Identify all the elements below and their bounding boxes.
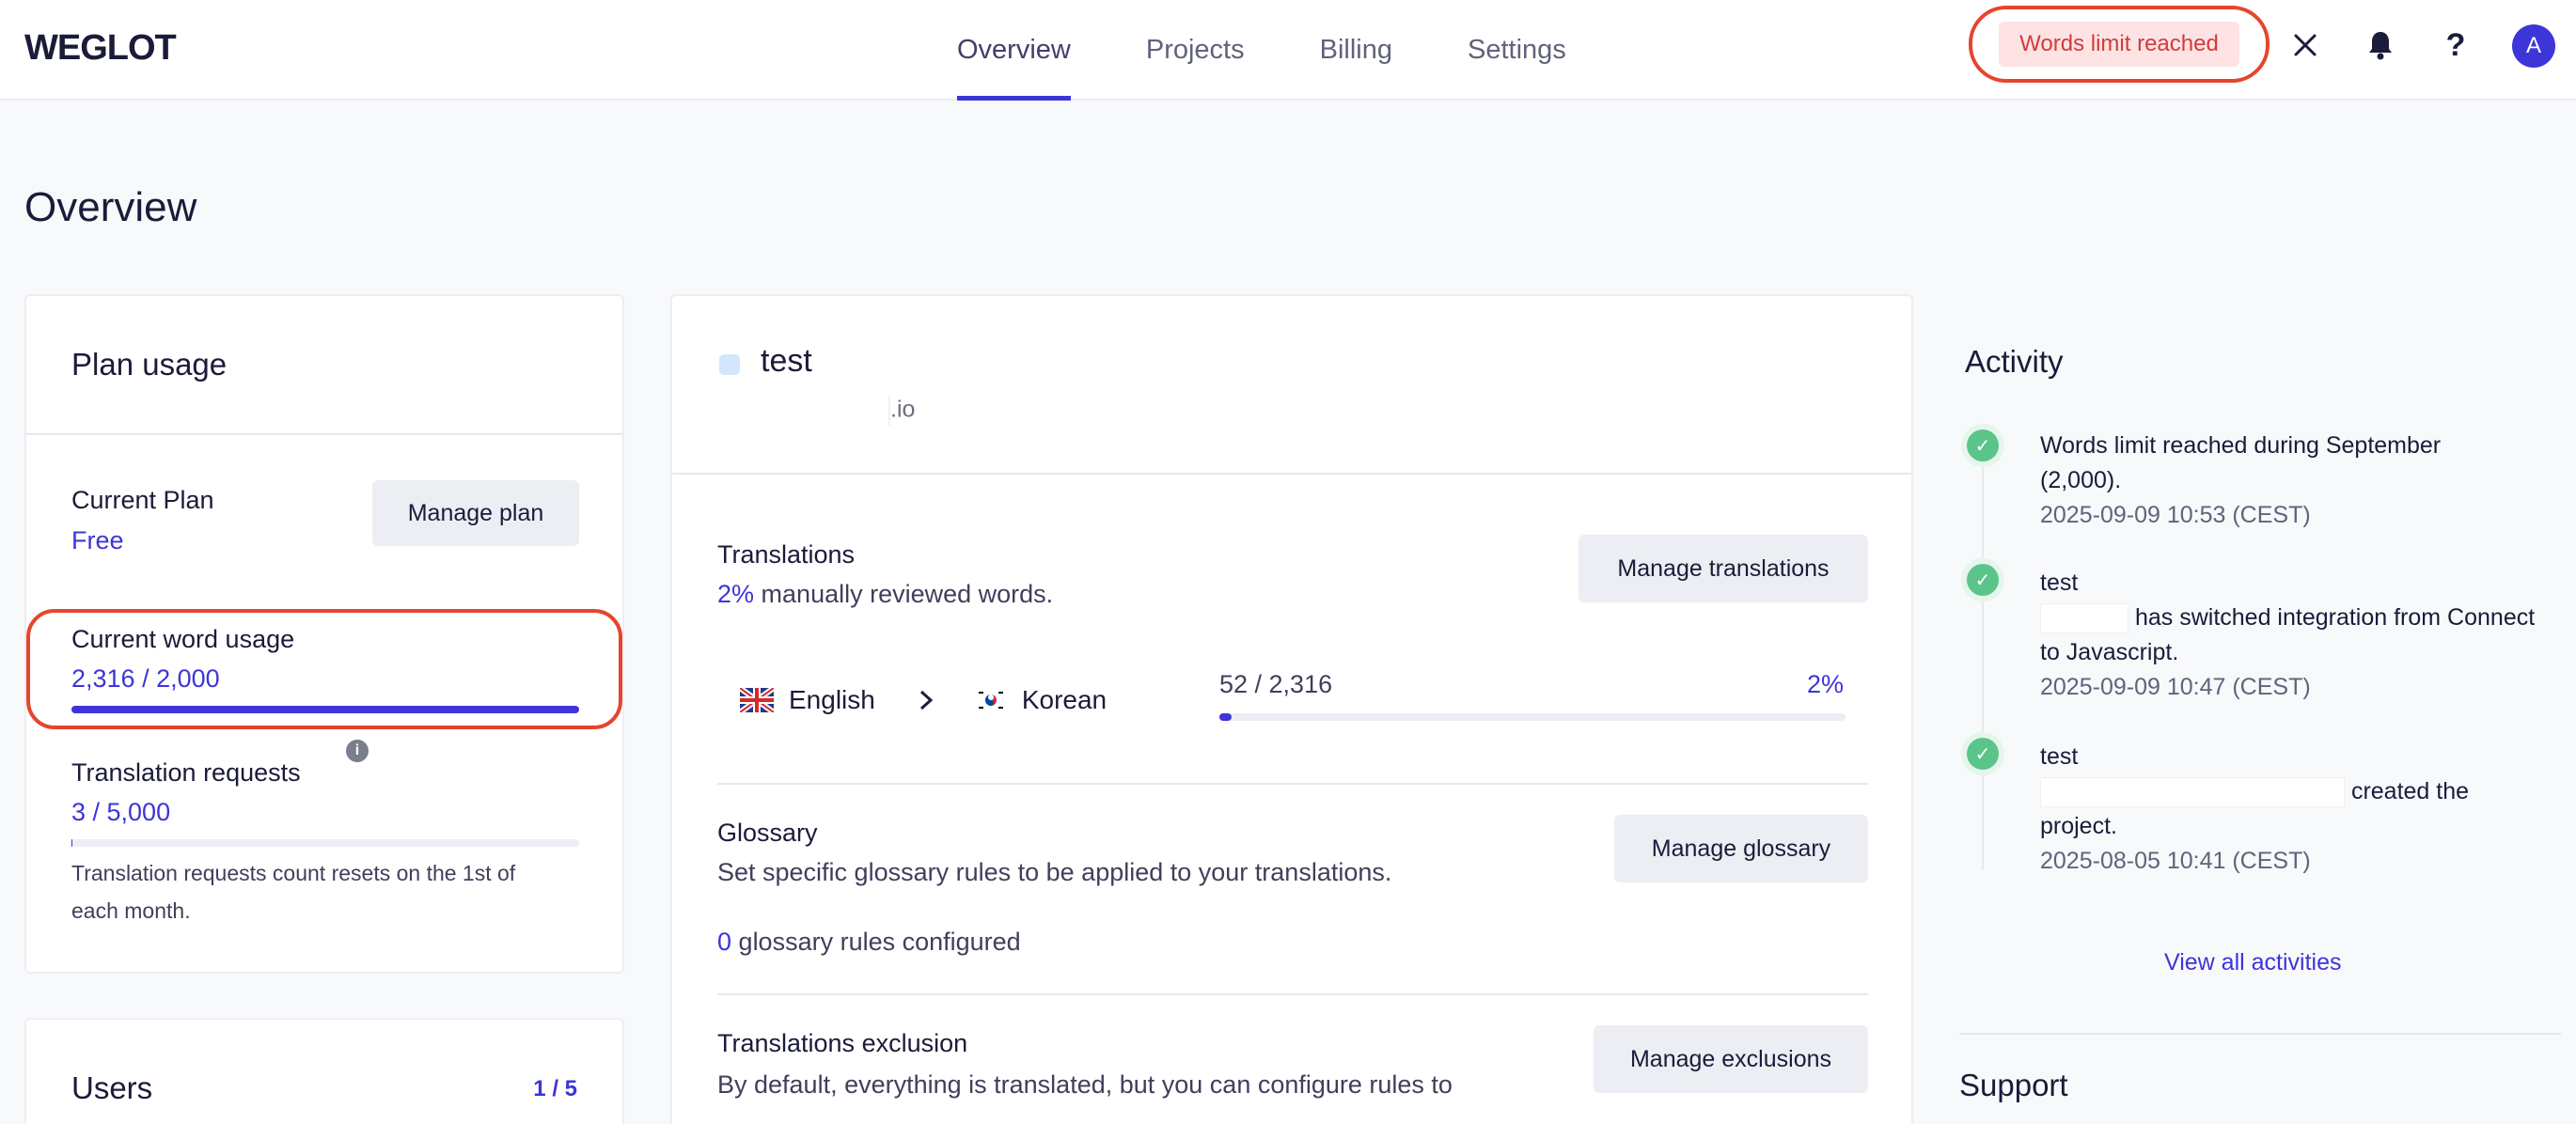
close-icon[interactable]: [2285, 24, 2326, 66]
translation-requests-value: 3 / 5,000: [71, 798, 171, 826]
check-icon: ✓: [1967, 564, 1999, 596]
reviewed-text: manually reviewed words.: [761, 580, 1054, 608]
target-language: Korean: [1021, 685, 1107, 714]
divider: [717, 783, 1868, 785]
manage-glossary-button[interactable]: Manage glossary: [1614, 815, 1868, 882]
user-avatar[interactable]: A: [2512, 24, 2555, 68]
project-color-dot: [719, 354, 740, 375]
activity-item: test created the project. 2025-08-05 10:…: [2040, 740, 2469, 879]
activity-line-2-text: created the: [2350, 778, 2470, 804]
language-pair[interactable]: English Korean: [740, 685, 1107, 715]
activity-line-1: Words limit reached during September: [2040, 432, 2442, 459]
project-name[interactable]: test: [761, 343, 812, 380]
manage-translations-button[interactable]: Manage translations: [1579, 535, 1868, 602]
current-plan-value: Free: [71, 526, 124, 554]
translations-reviewed: 2% manually reviewed words.: [717, 580, 1053, 609]
divider: [1959, 1033, 2561, 1035]
tab-overview[interactable]: Overview: [957, 0, 1071, 101]
korea-flag-icon: [974, 688, 1007, 712]
bell-icon[interactable]: [2360, 24, 2401, 66]
glossary-rules: 0 glossary rules configured: [717, 928, 1021, 957]
users-count: 1 / 5: [533, 1076, 577, 1101]
users-title: Users: [71, 1070, 153, 1105]
current-plan-label: Current Plan: [71, 486, 214, 514]
translation-requests-bar: [71, 839, 579, 847]
activity-date: 2025-08-05 10:41 (CEST): [2040, 848, 2311, 874]
activity-line-3: to Javascript.: [2040, 639, 2179, 665]
activity-item: test has switched integration from Conne…: [2040, 566, 2535, 705]
progress-percent: 2%: [1806, 670, 1844, 698]
words-limit-highlight: Words limit reached: [1969, 6, 2270, 83]
activity-item: Words limit reached during September (2,…: [2040, 429, 2441, 533]
redacted-user: [2040, 777, 2345, 808]
translation-requests-note-line-2: each month.: [71, 898, 191, 923]
weglot-logo[interactable]: WEGLOT: [24, 28, 177, 69]
info-icon[interactable]: i: [346, 740, 369, 762]
support-title: Support: [1959, 1068, 2068, 1102]
translation-progress-bar: [1219, 713, 1846, 721]
tab-projects[interactable]: Projects: [1146, 0, 1245, 101]
divider: [672, 473, 1911, 475]
manage-exclusions-button[interactable]: Manage exclusions: [1594, 1025, 1868, 1093]
translation-requests-label: Translation requests: [71, 758, 301, 787]
activity-line-2: (2,000).: [2040, 467, 2122, 493]
translations-title: Translations: [717, 540, 856, 569]
translation-requests-note-line-1: Translation requests count resets on the…: [71, 861, 516, 885]
uk-flag-icon: [740, 688, 774, 712]
users-card: Users 1 / 5: [24, 1018, 624, 1124]
activity-title: Activity: [1965, 344, 2064, 379]
main-nav: Overview Projects Billing Settings: [957, 0, 1641, 101]
glossary-description: Set specific glossary rules to be applie…: [717, 858, 1392, 886]
activity-line-2-text: has switched integration from Connect: [2134, 604, 2536, 631]
activity-line-1: test: [2040, 570, 2079, 596]
project-domain: .io: [888, 396, 915, 426]
activity-line-3: project.: [2040, 813, 2117, 839]
word-progress: 52 / 2,316: [1219, 670, 1333, 698]
plan-usage-title: Plan usage: [71, 347, 228, 382]
view-all-activities-link[interactable]: View all activities: [2164, 949, 2342, 976]
divider: [717, 993, 1868, 995]
exclusion-title: Translations exclusion: [717, 1029, 968, 1057]
tab-settings[interactable]: Settings: [1468, 0, 1566, 101]
glossary-rules-text: glossary rules configured: [738, 928, 1021, 956]
activity-line-2: has switched integration from Connect: [2040, 601, 2535, 635]
activity-line-2: created the: [2040, 774, 2469, 809]
translation-requests-note: Translation requests count resets on the…: [71, 854, 515, 929]
activity-line-1: test: [2040, 743, 2079, 770]
redacted-user: [2040, 603, 2128, 634]
word-usage-highlight: [26, 609, 622, 729]
source-language: English: [789, 685, 875, 714]
page-title: Overview: [24, 184, 197, 230]
glossary-title: Glossary: [717, 819, 818, 847]
exclusion-description: By default, everything is translated, bu…: [717, 1070, 1453, 1099]
glossary-rules-count: 0: [717, 928, 732, 956]
top-navigation-bar: WEGLOT Overview Projects Billing Setting…: [0, 0, 2576, 101]
tab-billing[interactable]: Billing: [1320, 0, 1392, 101]
check-icon: ✓: [1967, 429, 1999, 461]
activity-date: 2025-09-09 10:47 (CEST): [2040, 674, 2311, 700]
divider: [26, 433, 622, 435]
check-icon: ✓: [1967, 738, 1999, 770]
chevron-right-icon: [919, 690, 934, 710]
manage-plan-button[interactable]: Manage plan: [372, 480, 579, 546]
timeline-line: [1982, 457, 1984, 870]
project-domain-suffix: .io: [890, 396, 916, 423]
help-icon[interactable]: ?: [2435, 24, 2476, 66]
words-limit-badge[interactable]: Words limit reached: [1999, 22, 2239, 67]
reviewed-percent: 2%: [717, 580, 755, 608]
translation-progress-bar-fill: [1219, 713, 1233, 721]
project-card: test .io Translations 2% manually review…: [670, 294, 1913, 1124]
activity-date: 2025-09-09 10:53 (CEST): [2040, 502, 2311, 528]
